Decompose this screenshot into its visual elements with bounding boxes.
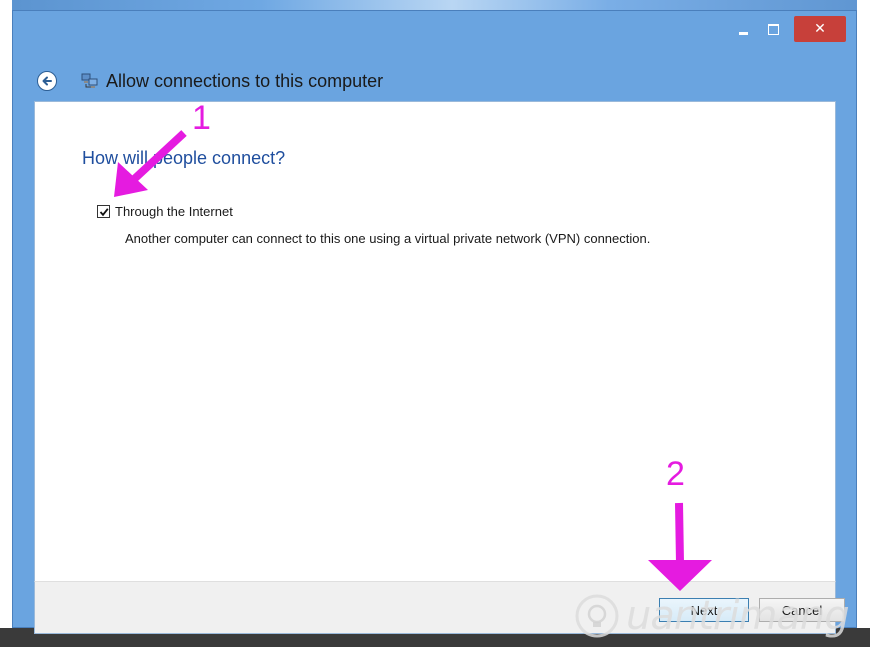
option-label: Through the Internet: [115, 204, 233, 219]
close-button[interactable]: ✕: [794, 16, 846, 42]
internet-option[interactable]: Through the Internet: [97, 204, 233, 219]
close-icon: ✕: [814, 21, 826, 37]
through-internet-checkbox[interactable]: [97, 205, 110, 218]
taskbar-strip: [0, 0, 870, 10]
step-2-label: 2: [666, 455, 685, 493]
next-button[interactable]: Next: [659, 598, 749, 622]
page-heading: How will people connect?: [82, 148, 286, 168]
minimize-icon: [738, 31, 748, 35]
wizard-footer: Next Cancel: [34, 581, 845, 634]
option-description: Another computer can connect to this one…: [125, 231, 651, 246]
left-margin: [0, 0, 12, 647]
maximize-button[interactable]: [760, 16, 786, 42]
step-1-label: 1: [192, 99, 211, 137]
back-button[interactable]: [37, 71, 57, 91]
back-arrow-icon: [42, 76, 52, 86]
network-computer-icon: [81, 73, 98, 88]
wizard-window: ✕ Allow connections to this computer How…: [12, 10, 857, 634]
cancel-button[interactable]: Cancel: [759, 598, 845, 622]
maximize-icon: [767, 23, 779, 35]
title-row: Allow connections to this computer: [37, 68, 383, 94]
right-margin: [857, 0, 870, 647]
minimize-button[interactable]: [730, 16, 756, 42]
wizard-content: How will people connect? Through the Int…: [34, 101, 836, 581]
window-title: Allow connections to this computer: [106, 70, 384, 91]
checkmark-icon: [99, 207, 109, 216]
